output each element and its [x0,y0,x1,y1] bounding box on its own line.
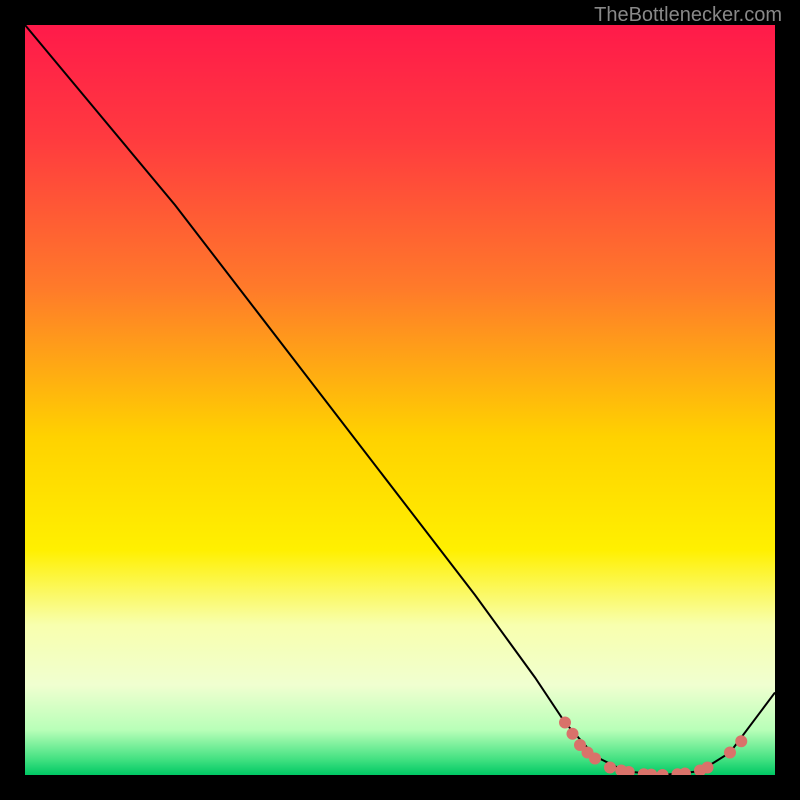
data-marker [724,747,736,759]
data-marker [702,762,714,774]
data-marker [589,753,601,765]
bottleneck-curve [25,25,775,775]
data-marker [559,717,571,729]
data-marker [679,768,691,776]
data-marker [567,728,579,740]
data-marker [604,762,616,774]
plot-area [25,25,775,775]
data-marker [735,735,747,747]
data-marker [657,769,669,775]
data-markers [559,717,747,776]
watermark-text: TheBottlenecker.com [594,4,782,27]
curve-layer [25,25,775,775]
